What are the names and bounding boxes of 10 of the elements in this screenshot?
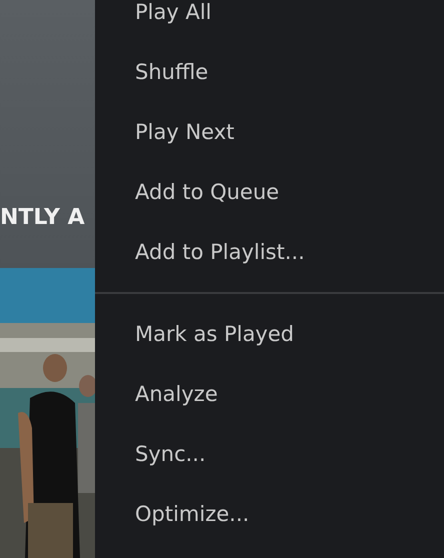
- menu-item[interactable]: Mark as Played: [95, 304, 444, 364]
- menu-item[interactable]: Play Next: [95, 102, 444, 162]
- menu-item[interactable]: Add to Queue: [95, 162, 444, 222]
- section-heading: NTLY A: [0, 205, 86, 230]
- menu-item[interactable]: Shuffle: [95, 42, 444, 102]
- menu-item[interactable]: Optimize...: [95, 484, 444, 544]
- menu-item[interactable]: Analyze: [95, 364, 444, 424]
- menu-item[interactable]: Play All: [95, 0, 444, 42]
- menu-item[interactable]: Add to Playlist...: [95, 222, 444, 282]
- menu-item[interactable]: Sync...: [95, 424, 444, 484]
